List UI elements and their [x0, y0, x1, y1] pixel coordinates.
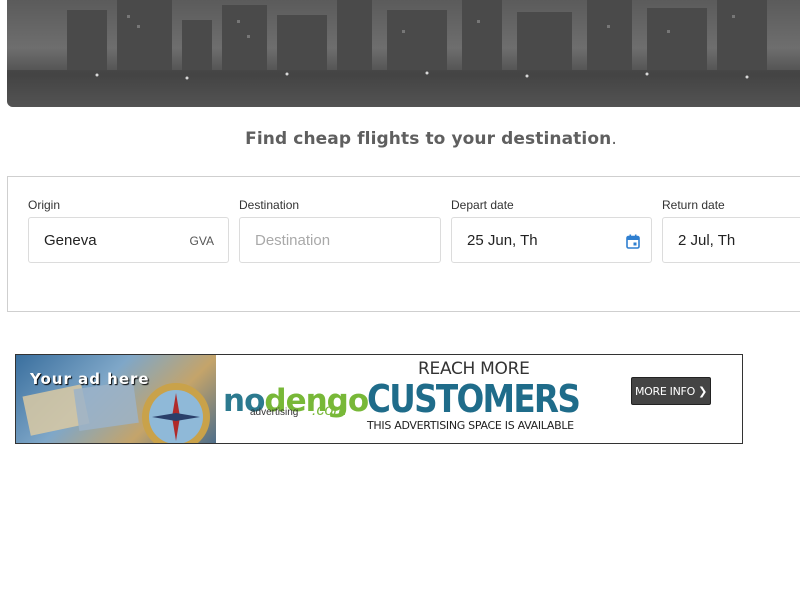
origin-airport-code: GVA	[189, 234, 214, 248]
depart-date-label: Depart date	[451, 198, 514, 212]
depart-date-value: 25 Jun, Th	[467, 232, 538, 249]
origin-label: Origin	[28, 198, 61, 212]
logo-domain: .com	[312, 402, 347, 419]
flight-search-panel: Origin Geneva GVA Destination Destinatio…	[7, 176, 800, 312]
more-info-button[interactable]: MORE INFO ❯	[631, 377, 711, 405]
hero-image	[7, 0, 800, 107]
destination-placeholder: Destination	[255, 232, 331, 249]
tagline-period: .	[611, 129, 617, 149]
calendar-icon[interactable]	[626, 234, 640, 254]
depart-date-field: Depart date 25 Jun, Th	[451, 197, 652, 263]
origin-input[interactable]: Geneva GVA	[28, 217, 229, 263]
ad-photo: Your ad here	[16, 355, 216, 443]
ad-headline-main: CUSTOMERS	[367, 377, 581, 421]
destination-label: Destination	[239, 198, 300, 212]
page-tagline: Find cheap flights to your destination.	[0, 129, 800, 149]
your-ad-here-text: Your ad here	[30, 370, 150, 388]
return-date-field: Return date 2 Jul, Th	[662, 197, 800, 263]
depart-date-input[interactable]: 25 Jun, Th	[451, 217, 652, 263]
skyline-illustration	[7, 0, 800, 107]
origin-field: Origin Geneva GVA	[28, 197, 229, 263]
tagline-text: Find cheap flights to your destination	[245, 129, 612, 149]
ad-headline-sub: THIS ADVERTISING SPACE IS AVAILABLE	[367, 419, 574, 432]
destination-field: Destination Destination	[239, 197, 441, 263]
ad-headline-top: REACH MORE	[418, 359, 530, 379]
return-date-value: 2 Jul, Th	[678, 232, 736, 249]
return-date-input[interactable]: 2 Jul, Th	[662, 217, 800, 263]
return-date-label: Return date	[662, 198, 725, 212]
compass-photo-illustration	[22, 381, 210, 443]
logo-subtitle: advertising	[250, 407, 299, 418]
advertisement-banner[interactable]: Your ad here nodengo advertising .com RE…	[15, 354, 743, 444]
destination-input[interactable]: Destination	[239, 217, 441, 263]
origin-value: Geneva	[44, 232, 97, 249]
